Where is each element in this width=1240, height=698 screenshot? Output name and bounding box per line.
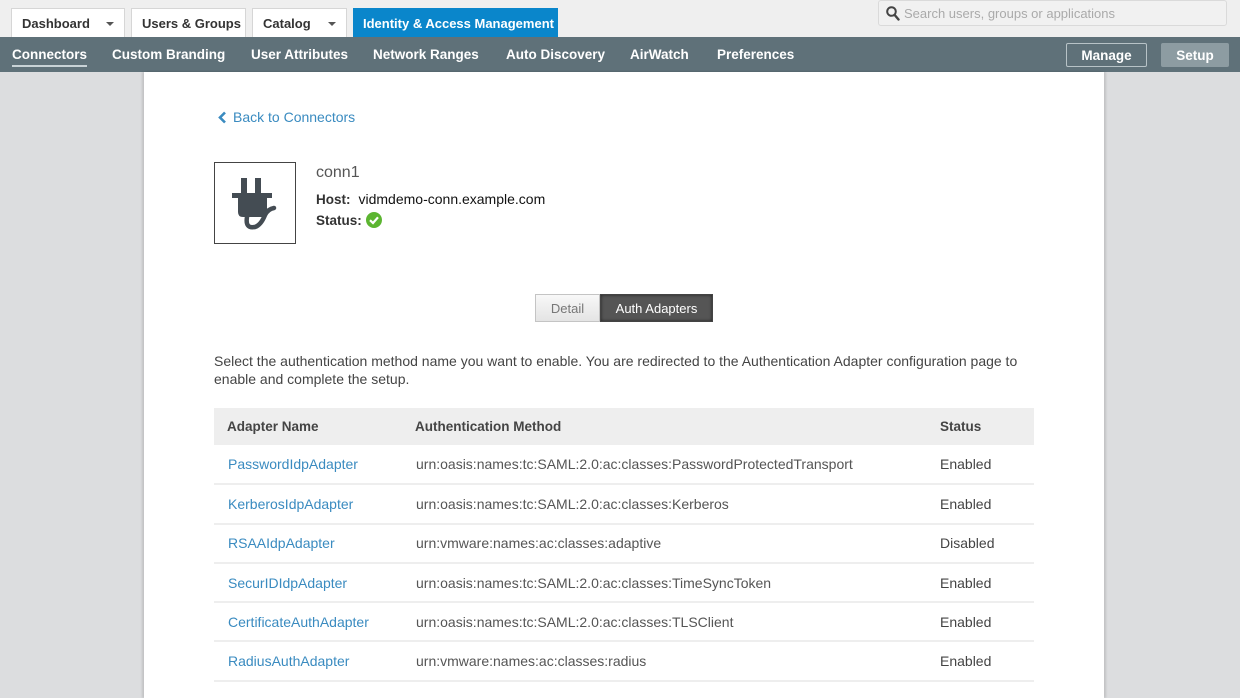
adapter-status: Disabled bbox=[940, 535, 995, 552]
connector-name: conn1 bbox=[316, 164, 360, 181]
subnav-item-connectors[interactable]: Connectors bbox=[12, 37, 88, 72]
tab-label: Users & Groups bbox=[142, 15, 241, 31]
connector-host: Host: vidmdemo-conn.example.com bbox=[316, 191, 545, 207]
tab-catalog[interactable]: Catalog bbox=[252, 8, 347, 37]
authentication-method: urn:oasis:names:tc:SAML:2.0:ac:classes:T… bbox=[416, 613, 734, 630]
column-header-authentication-method: Authentication Method bbox=[415, 419, 562, 434]
authentication-method: urn:oasis:names:tc:SAML:2.0:ac:classes:P… bbox=[416, 456, 853, 473]
table-row: PasswordIdpAdapter urn:oasis:names:tc:SA… bbox=[214, 445, 1034, 485]
authentication-method: urn:oasis:names:tc:SAML:2.0:ac:classes:T… bbox=[416, 574, 772, 591]
search-box[interactable] bbox=[878, 0, 1227, 26]
table-row: CertificateAuthAdapter urn:oasis:names:t… bbox=[214, 602, 1034, 642]
subnav-item-network-ranges[interactable]: Network Ranges bbox=[373, 37, 479, 72]
adapter-status: Enabled bbox=[940, 653, 992, 670]
subnav-item-auto-discovery[interactable]: Auto Discovery bbox=[506, 37, 605, 72]
adapter-status: Enabled bbox=[940, 613, 992, 630]
setup-button[interactable]: Setup bbox=[1161, 43, 1229, 67]
detail-tab[interactable]: Detail bbox=[535, 294, 600, 322]
adapter-name-link[interactable]: RSAAIdpAdapter bbox=[214, 524, 408, 563]
authentication-method: urn:vmware:names:ac:classes:radius bbox=[416, 653, 647, 670]
search-input[interactable] bbox=[904, 5, 1214, 21]
auth-adapters-table: Adapter Name Authentication Method Statu… bbox=[214, 408, 1034, 682]
table-row: SecurIDIdpAdapter urn:oasis:names:tc:SAM… bbox=[214, 563, 1034, 603]
caret-down-icon bbox=[106, 22, 114, 26]
subnav-item-user-attributes[interactable]: User Attributes bbox=[251, 37, 348, 72]
table-header-row: Adapter Name Authentication Method Statu… bbox=[214, 408, 1034, 445]
caret-down-icon bbox=[328, 22, 336, 26]
back-to-connectors-link[interactable]: Back to Connectors bbox=[218, 109, 355, 125]
column-header-adapter-name: Adapter Name bbox=[227, 419, 319, 434]
adapter-name-link[interactable]: PasswordIdpAdapter bbox=[214, 445, 408, 484]
check-circle-icon bbox=[365, 212, 382, 228]
chevron-left-icon bbox=[218, 111, 226, 123]
adapter-name-link[interactable]: SecurIDIdpAdapter bbox=[214, 563, 408, 602]
adapter-status: Enabled bbox=[940, 456, 992, 473]
table-row: KerberosIdpAdapter urn:oasis:names:tc:SA… bbox=[214, 484, 1034, 524]
authentication-method: urn:oasis:names:tc:SAML:2.0:ac:classes:K… bbox=[416, 495, 729, 512]
column-header-status: Status bbox=[940, 419, 982, 434]
instructions-text: Select the authentication method name yo… bbox=[214, 353, 1018, 387]
adapter-name-link[interactable]: CertificateAuthAdapter bbox=[214, 602, 408, 641]
status-label: Status: bbox=[316, 212, 362, 228]
authentication-method: urn:vmware:names:ac:classes:adaptive bbox=[416, 535, 662, 552]
adapter-name-link[interactable]: RadiusAuthAdapter bbox=[214, 641, 408, 680]
subnav-item-preferences[interactable]: Preferences bbox=[717, 37, 794, 72]
adapter-name-link[interactable]: KerberosIdpAdapter bbox=[214, 484, 408, 523]
subnav-item-airwatch[interactable]: AirWatch bbox=[630, 37, 689, 72]
connector-status: Status: bbox=[316, 212, 382, 228]
tab-label: Catalog bbox=[263, 15, 311, 31]
subnav-item-custom-branding[interactable]: Custom Branding bbox=[112, 37, 225, 72]
top-bar: Dashboard Users & Groups Catalog Identit… bbox=[0, 0, 1240, 37]
search-icon bbox=[886, 5, 900, 21]
adapter-status: Enabled bbox=[940, 574, 992, 591]
tab-dashboard[interactable]: Dashboard bbox=[11, 8, 125, 37]
adapter-status: Enabled bbox=[940, 495, 992, 512]
tab-label: Identity & Access Management bbox=[363, 15, 554, 31]
host-value: vidmdemo-conn.example.com bbox=[358, 191, 546, 207]
plug-icon bbox=[232, 178, 277, 230]
tab-identity-access-management[interactable]: Identity & Access Management bbox=[353, 8, 558, 37]
connector-icon-box bbox=[214, 162, 296, 244]
view-toggle: Detail Auth Adapters bbox=[535, 294, 713, 322]
auth-adapters-tab[interactable]: Auth Adapters bbox=[600, 294, 713, 322]
main-panel: Back to Connectors conn1 Host: vidmdemo-c… bbox=[144, 72, 1104, 698]
back-label: Back to Connectors bbox=[233, 109, 356, 125]
manage-button[interactable]: Manage bbox=[1066, 43, 1147, 67]
host-label: Host: bbox=[316, 192, 351, 207]
tab-users-groups[interactable]: Users & Groups bbox=[131, 8, 246, 37]
tab-label: Dashboard bbox=[22, 15, 90, 31]
table-row: RadiusAuthAdapter urn:vmware:names:ac:cl… bbox=[214, 641, 1034, 681]
table-row: RSAAIdpAdapter urn:vmware:names:ac:class… bbox=[214, 524, 1034, 563]
sub-navigation: Connectors Custom Branding User Attribut… bbox=[0, 37, 1240, 72]
